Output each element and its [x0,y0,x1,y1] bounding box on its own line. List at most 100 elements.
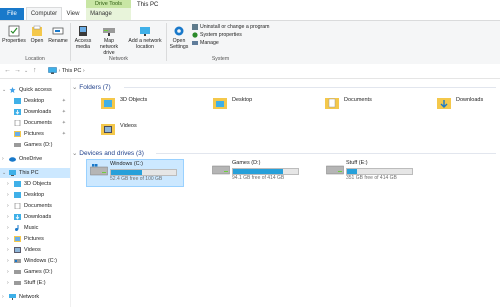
documents-folder-icon [14,203,21,209]
drive-usage-fill [233,169,284,174]
chevron-right-icon[interactable]: › [7,245,9,255]
uninstall-program-button[interactable]: Uninstall or change a program [192,23,270,31]
folder-desktop[interactable]: Desktop [212,95,312,117]
drive-icon [14,270,21,274]
nav-pc-windows-drive[interactable]: › Windows (C:) [0,256,70,266]
chevron-right-icon[interactable]: › [7,212,9,222]
3d-objects-icon [101,98,115,109]
folders-header[interactable]: ⌄ Folders (7) [72,83,111,91]
desktop-folder-icon [14,98,21,104]
nav-pc-3d-objects[interactable]: › 3D Objects [0,179,70,189]
folder-documents[interactable]: Documents [324,95,424,117]
nav-pc-games-drive[interactable]: › Games (D:) [0,267,70,277]
folder-3d-objects[interactable]: 3D Objects [100,95,200,117]
nav-quick-desktop[interactable]: Desktop ✦ [0,96,70,106]
address-path[interactable]: This PC [62,68,82,74]
tab-view[interactable]: View [63,8,83,20]
pin-icon[interactable]: ✦ [62,118,66,128]
drive-windows-c[interactable]: Windows (C:) 52.4 GB free of 100 GB [86,159,184,187]
rename-button[interactable]: Rename [48,25,68,44]
nav-this-pc[interactable]: ⌄ This PC [0,168,70,178]
chevron-right-icon[interactable]: › [7,278,9,288]
chevron-down-icon[interactable]: ⌄ [2,85,6,95]
properties-button[interactable]: Properties [2,25,26,44]
nav-pc-videos[interactable]: › Videos [0,245,70,255]
chevron-down-icon[interactable]: ⌄ [2,168,6,178]
rename-icon [52,27,64,35]
chevron-right-icon[interactable]: › [7,179,9,189]
tab-computer[interactable]: Computer [26,7,62,21]
devices-header[interactable]: ⌄ Devices and drives (3) [72,149,144,157]
open-settings-button[interactable]: Open Settings [168,25,190,50]
add-network-location-button[interactable]: Add a network location [125,25,165,50]
recent-locations-icon[interactable]: ⌄ [24,66,28,76]
music-folder-icon [15,225,19,231]
pin-icon[interactable]: ✦ [62,107,66,117]
access-media-label: Access media [74,38,92,50]
open-button[interactable]: Open [28,25,46,44]
drive-free-space: 52.4 GB free of 100 GB [110,176,163,182]
drive-games-d[interactable]: Games (D:) 94.1 GB free of 414 GB [209,159,305,185]
address-bar: ← → ⌄ ↑ › This PC › [0,64,500,79]
open-label: Open [30,38,44,44]
up-arrow-icon[interactable]: ↑ [33,66,37,76]
nav-network[interactable]: › Network [0,292,70,302]
nav-quick-games[interactable]: Games (D:) [0,140,70,150]
network-group-label: Network [108,56,129,62]
nav-network-label: Network [19,294,40,300]
folder-downloads-label: Downloads [456,97,484,103]
nav-pc-3d-objects-label: 3D Objects [24,181,52,187]
desktop-folder-icon [14,192,21,198]
drive-games-d-label: Games (D:) [232,160,261,166]
drive-icon [14,143,21,147]
chevron-right-icon[interactable]: › [7,223,9,233]
map-network-drive-button[interactable]: Map network drive [95,25,123,56]
nav-quick-downloads[interactable]: Downloads ✦ [0,107,70,117]
pin-icon[interactable]: ✦ [62,96,66,106]
nav-pc-pictures[interactable]: › Pictures [0,234,70,244]
pin-icon[interactable]: ✦ [62,129,66,139]
open-settings-label: Open Settings [169,38,189,50]
nav-pc-documents[interactable]: › Documents [0,201,70,211]
drive-icon [212,165,230,175]
manage-button[interactable]: Manage [192,39,219,47]
nav-pc-downloads[interactable]: › Downloads [0,212,70,222]
chevron-right-icon[interactable]: › [7,256,9,266]
nav-quick-desktop-label: Desktop [24,98,45,104]
system-group-label: System [211,56,230,62]
rename-label: Rename [48,38,68,44]
chevron-right-icon[interactable]: › [2,154,4,164]
documents-folder-icon [14,120,21,126]
system-properties-button[interactable]: System properties [192,31,242,39]
chevron-right-icon[interactable]: › [7,190,9,200]
address-box[interactable]: › This PC › [48,66,498,76]
nav-pc-stuff-drive[interactable]: › Stuff (E:) [0,278,70,288]
tab-manage[interactable]: Manage [88,8,114,20]
nav-pc-music[interactable]: › Music [0,223,70,233]
nav-quick-documents[interactable]: Documents ✦ [0,118,70,128]
nav-onedrive[interactable]: › OneDrive [0,154,70,164]
nav-quick-access[interactable]: ⌄ Quick access [0,85,70,95]
back-arrow-icon[interactable]: ← [4,66,11,76]
folder-documents-label: Documents [344,97,372,103]
network-location-icon [140,27,150,36]
manage-label: Manage [200,40,219,46]
devices-header-label: Devices and drives (3) [79,150,144,157]
access-media-button[interactable]: Access media [72,25,94,50]
tab-file[interactable]: File [0,8,24,20]
folder-videos[interactable]: Videos [100,121,200,143]
drive-usage-bar [110,169,177,176]
chevron-right-icon[interactable]: › [7,267,9,277]
nav-pc-downloads-label: Downloads [24,214,52,220]
drive-usage-fill [347,169,357,174]
map-network-drive-label: Map network drive [99,38,119,56]
windows-drive-icon [90,164,108,176]
nav-pc-desktop[interactable]: › Desktop [0,190,70,200]
drive-stuff-e[interactable]: Stuff (E:) 351 GB free of 414 GB [323,159,419,185]
nav-quick-pictures[interactable]: Pictures ✦ [0,129,70,139]
chevron-right-icon[interactable]: › [2,292,4,302]
chevron-right-icon[interactable]: › [7,201,9,211]
chevron-right-icon[interactable]: › [7,234,9,244]
forward-arrow-icon[interactable]: → [14,66,21,76]
folder-downloads[interactable]: Downloads [436,95,500,117]
